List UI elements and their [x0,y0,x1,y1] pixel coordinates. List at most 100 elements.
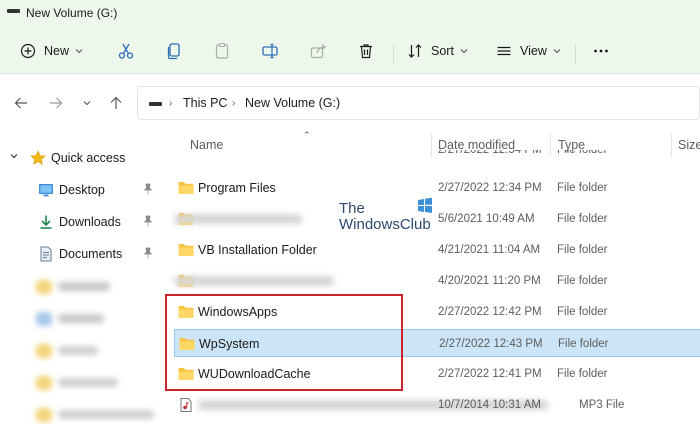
sidebar-item-quick-access[interactable]: Quick access [0,144,160,172]
chevron-down-icon [553,49,561,54]
blurred-folder-icon [36,280,52,294]
download-icon [40,215,52,229]
chevron-down-icon [83,101,91,106]
command-bar: New Sort View [0,28,700,74]
chevron-down-icon [75,49,83,54]
plus-circle-icon [20,43,36,59]
copy-icon [167,43,180,60]
blurred-file-name [174,214,302,224]
copy-button[interactable] [165,37,183,65]
file-type: File folder [557,244,608,256]
file-type: File folder [557,213,608,225]
breadcrumb-drive[interactable]: New Volume (G:) [245,96,340,110]
rename-button[interactable] [261,37,279,65]
folder-icon [178,244,194,256]
sidebar-item-downloads[interactable]: Downloads [0,208,160,236]
file-type: File folder [557,182,608,194]
pin-icon[interactable] [143,183,153,195]
blurred-sidebar-label [58,346,98,355]
blurred-folder-icon [36,344,52,358]
sidebar-item-desktop[interactable]: Desktop [0,176,160,204]
see-more-button[interactable] [593,37,609,65]
new-button[interactable]: New [20,37,83,65]
file-type: File folder [558,338,609,350]
recent-locations-button[interactable] [78,94,96,112]
folder-icon [178,182,194,194]
share-button[interactable] [309,37,327,65]
cut-button[interactable] [117,37,135,65]
star-icon [30,150,46,165]
blurred-sidebar-label [58,314,104,323]
drive-icon [149,102,162,106]
blurred-sidebar-label [58,378,118,387]
breadcrumb-this-pc[interactable]: This PC [183,96,227,110]
back-button[interactable] [12,94,30,112]
new-label: New [44,44,70,58]
file-row[interactable]: 2/27/2022 12:54 PM File folder [174,150,700,164]
pin-icon[interactable] [143,215,153,227]
document-icon [40,246,52,262]
watermark: The WindowsClub [339,197,432,233]
pin-icon[interactable] [143,247,153,259]
windowsclub-logo-icon [418,197,432,213]
arrow-right-icon [50,97,63,109]
file-row[interactable]: VB Installation Folder 4/21/2021 11:04 AM… [174,236,700,264]
sidebar-item-label: Desktop [59,183,105,197]
title-bar: New Volume (G:) [0,0,700,28]
chevron-down-icon [10,154,18,159]
sort-icon [408,44,422,58]
address-bar[interactable]: › This PC › New Volume (G:) [137,86,700,120]
view-label: View [520,44,547,58]
blurred-folder-icon [36,408,52,422]
up-button[interactable] [107,94,125,112]
toolbar-divider [575,44,576,64]
file-date-modified: 2/27/2022 12:41 PM [438,368,542,380]
watermark-line2: WindowsClub [339,216,431,233]
file-date-modified: 2/27/2022 12:34 PM [438,182,542,194]
file-row[interactable]: 5/6/2021 10:49 AM File folder [174,205,700,233]
paste-button[interactable] [213,37,231,65]
file-type: File folder [557,306,608,318]
sort-ascending-icon: ⌃ [303,130,311,140]
delete-button[interactable] [357,37,375,65]
file-name: Program Files [198,181,276,195]
forward-button[interactable] [47,94,65,112]
drive-icon [7,9,20,13]
sidebar-item-label: Downloads [59,215,121,229]
share-icon [310,44,326,59]
file-date-modified: 2/27/2022 12:54 PM [438,150,542,156]
clipboard-icon [215,42,229,59]
file-type: File folder [557,150,608,156]
file-date-modified: 4/21/2021 11:04 AM [438,244,541,256]
blurred-folder-icon [36,376,52,390]
toolbar-divider [393,44,394,64]
file-date-modified: 4/20/2021 11:20 PM [438,275,541,287]
navigation-pane: Quick access Desktop Downloads Documents [0,138,160,424]
file-row[interactable]: Program Files 2/27/2022 12:34 PM File fold… [174,174,700,202]
file-name: VB Installation Folder [198,243,317,257]
trash-icon [360,44,372,59]
file-type: MP3 File [579,399,625,411]
audio-file-icon [180,398,192,412]
file-type: File folder [557,368,608,380]
file-date-modified: 2/27/2022 12:42 PM [438,306,542,318]
highlight-annotation [165,294,403,391]
sidebar-item-label: Documents [59,247,123,261]
desktop-icon [39,184,53,197]
view-button[interactable]: View [496,37,561,65]
blurred-file-name [174,276,334,286]
more-icon [594,49,608,53]
sort-button[interactable]: Sort [407,37,468,65]
file-row[interactable]: 10/7/2014 10:31 AM MP3 File [174,391,700,419]
blurred-sidebar-label [58,282,110,291]
sort-label: Sort [431,44,454,58]
sidebar-item-label: Quick access [51,151,126,165]
sidebar-item-documents[interactable]: Documents [0,240,160,268]
file-type: File folder [557,275,608,287]
arrow-up-icon [110,96,122,109]
file-row[interactable]: 4/20/2021 11:20 PM File folder [174,267,700,295]
view-list-icon [497,46,511,56]
file-date-modified: 2/27/2022 12:43 PM [439,338,543,350]
blurred-folder-icon [36,312,52,326]
window-title: New Volume (G:) [26,6,118,20]
